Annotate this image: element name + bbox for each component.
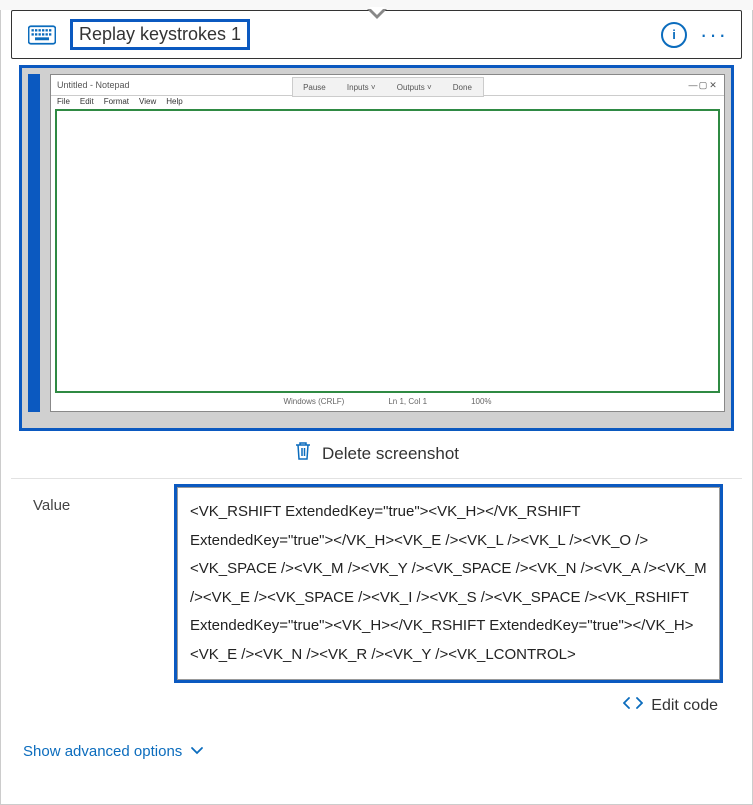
- edit-code-label: Edit code: [651, 697, 718, 715]
- cursor-icon: ↖: [130, 421, 150, 431]
- window-controls: —▢✕: [688, 80, 718, 91]
- screenshot-sidebar: [28, 74, 40, 412]
- show-advanced-options[interactable]: Show advanced options: [23, 743, 204, 760]
- value-label: Value: [33, 487, 153, 514]
- code-icon: [623, 696, 643, 715]
- screenshot-target-area: [55, 109, 720, 393]
- info-button[interactable]: i: [659, 20, 689, 50]
- keyboard-icon: [24, 22, 60, 48]
- screenshot-window: Untitled - Notepad —▢✕ File Edit Format …: [50, 74, 725, 412]
- delete-screenshot-label: Delete screenshot: [322, 444, 459, 464]
- info-icon: i: [661, 22, 687, 48]
- screenshot-preview[interactable]: Untitled - Notepad —▢✕ File Edit Format …: [19, 65, 734, 431]
- action-title[interactable]: Replay keystrokes 1: [70, 19, 250, 50]
- screenshot-menubar: File Edit Format View Help: [51, 96, 724, 107]
- delete-screenshot-button[interactable]: Delete screenshot: [1, 441, 752, 466]
- edit-code-button[interactable]: Edit code: [1, 680, 752, 715]
- chevron-down-icon: [190, 743, 204, 760]
- screenshot-window-title: Untitled - Notepad: [57, 80, 130, 90]
- recorder-toolbar: Pause Inputs ˅ Outputs ˅ Done: [292, 77, 484, 97]
- advanced-options-label: Show advanced options: [23, 743, 182, 760]
- trash-icon: [294, 441, 312, 466]
- value-input[interactable]: <VK_RSHIFT ExtendedKey="true"><VK_H></VK…: [177, 487, 720, 680]
- more-button[interactable]: ···: [699, 20, 729, 50]
- screenshot-statusbar: Windows (CRLF) Ln 1, Col 1 100%: [57, 397, 718, 409]
